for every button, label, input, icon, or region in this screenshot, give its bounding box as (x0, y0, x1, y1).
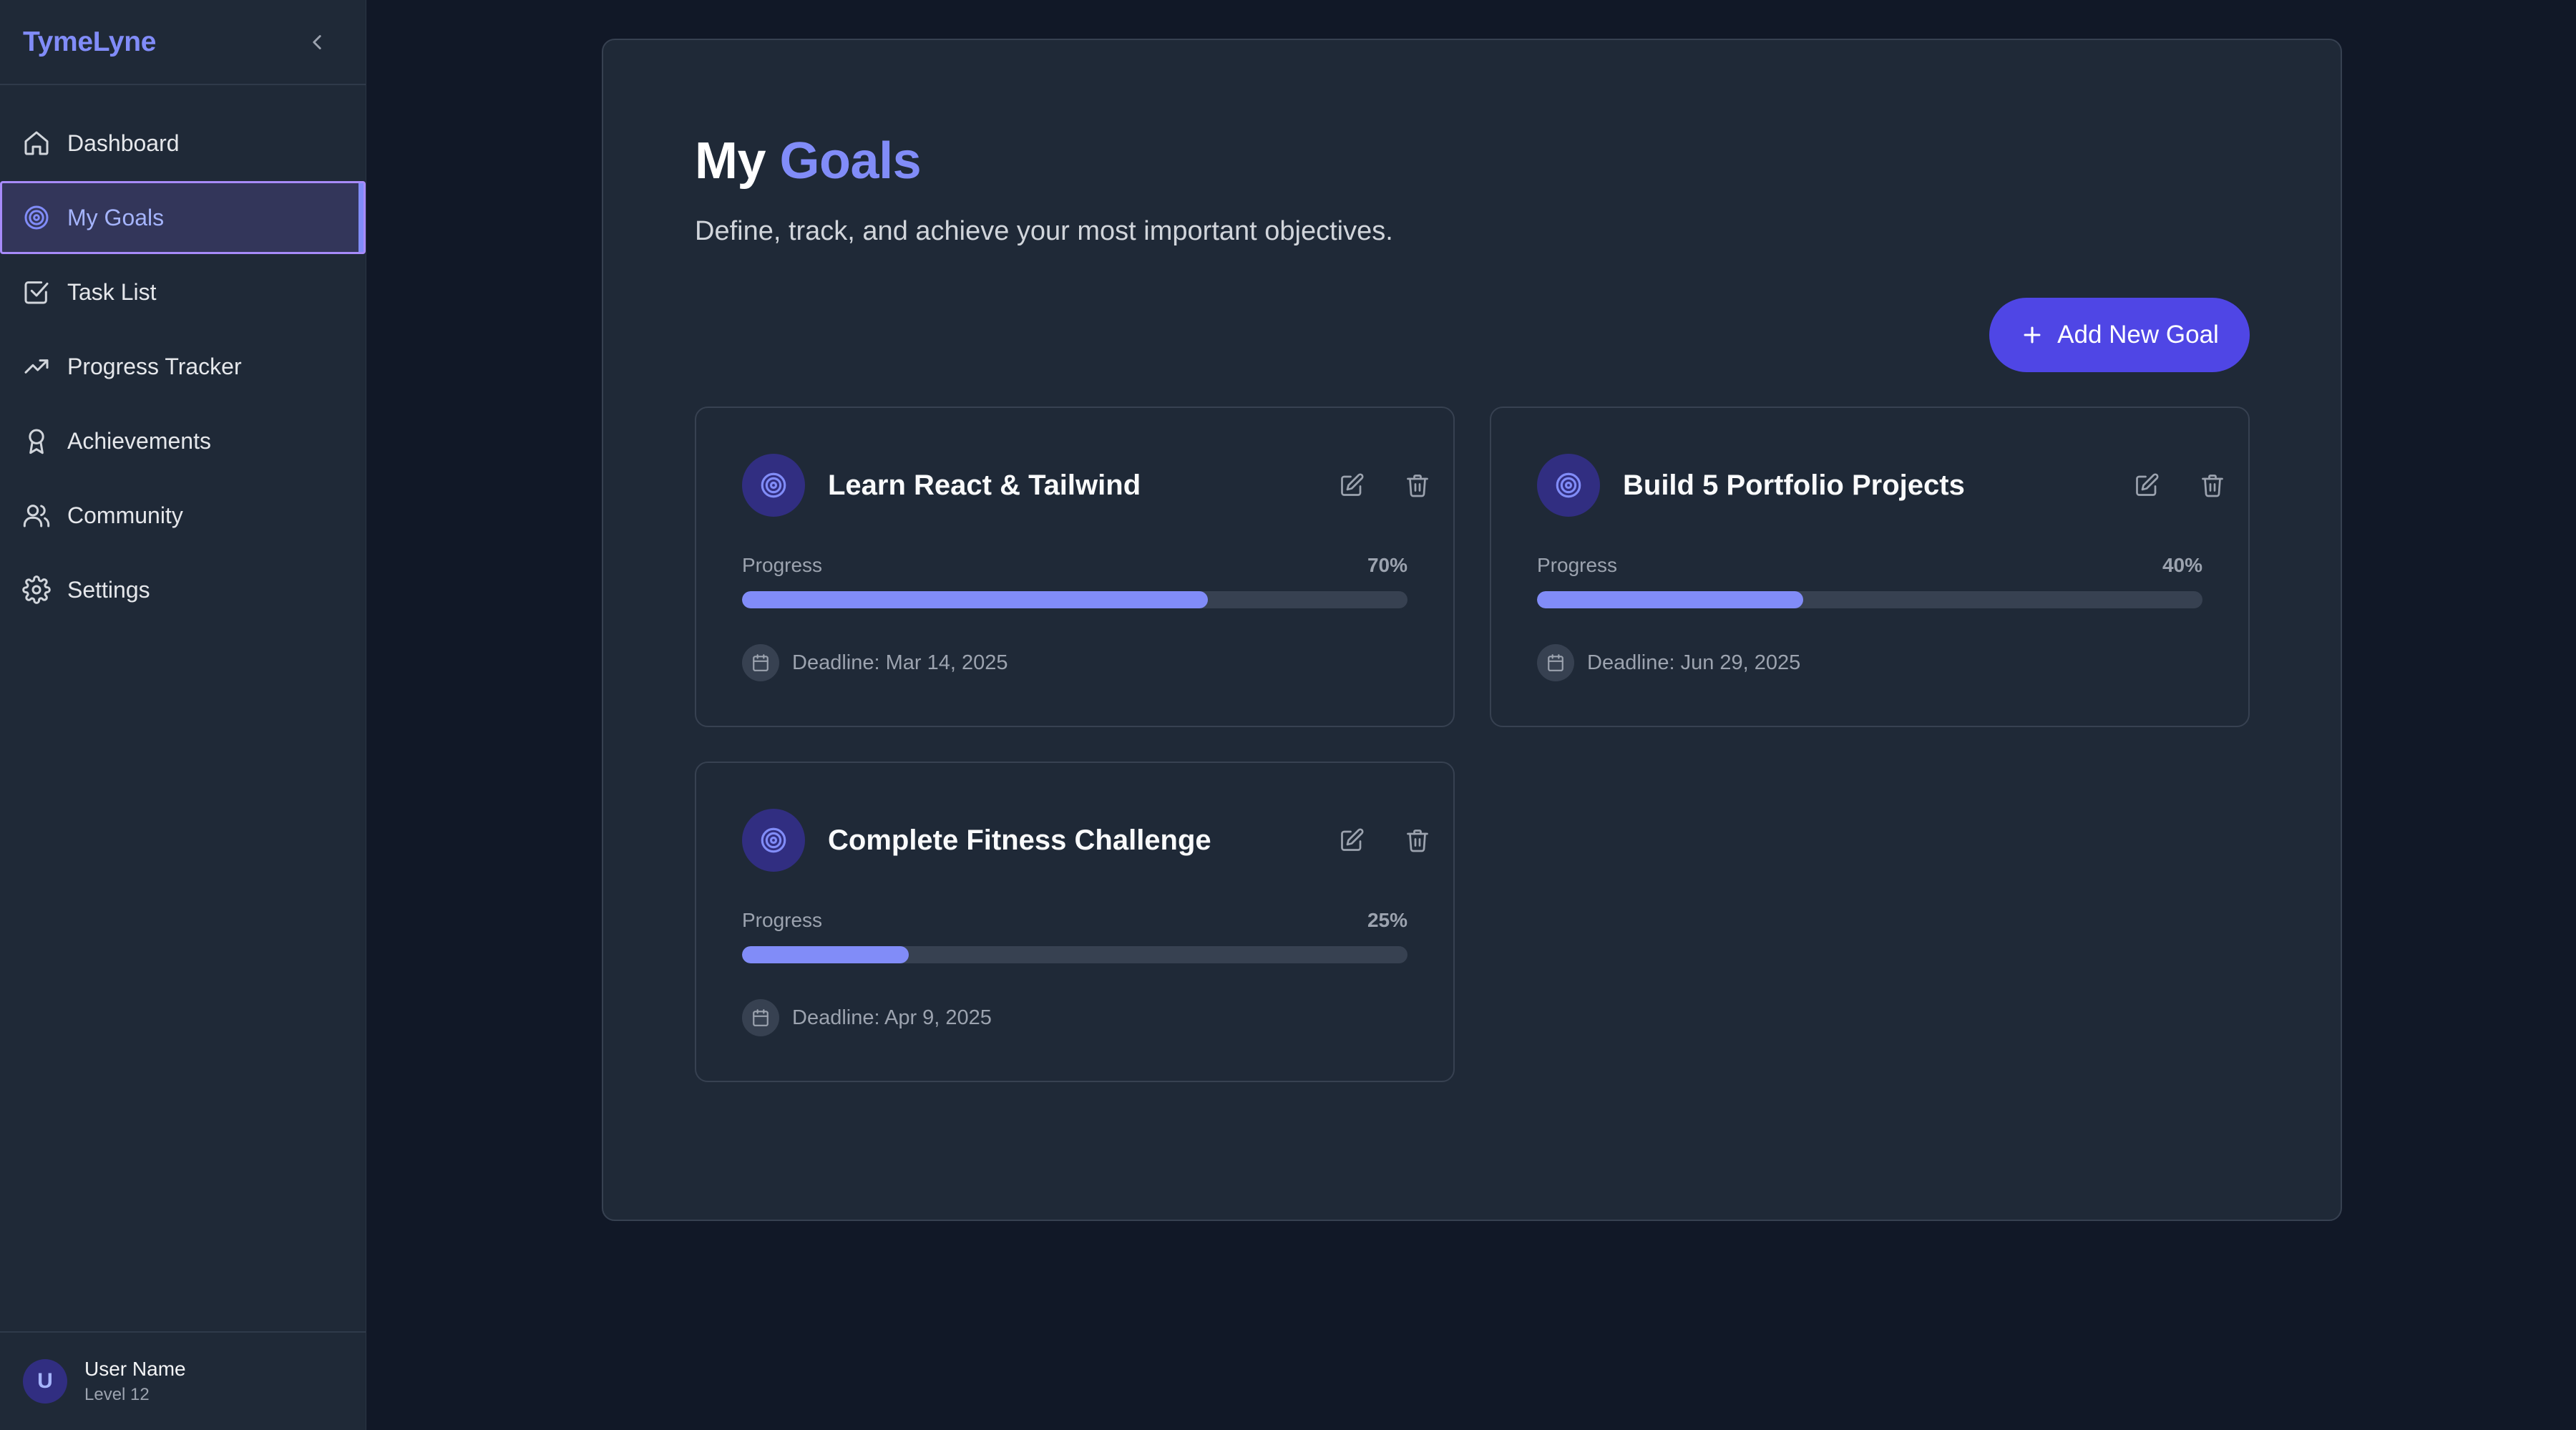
progress-value: 25% (1367, 909, 1407, 931)
progress-bar (742, 946, 1407, 963)
sidebar-item-label: Settings (67, 576, 150, 603)
award-icon (21, 426, 52, 456)
sidebar-item-settings[interactable]: Settings (0, 553, 366, 626)
progress-label: Progress (742, 554, 823, 576)
sidebar-item-community[interactable]: Community (0, 479, 366, 552)
progress-fill (742, 591, 1208, 608)
progress-bar (1537, 591, 2202, 608)
sidebar-item-label: Community (67, 502, 183, 528)
sidebar-item-label: My Goals (67, 204, 165, 230)
progress-fill (1537, 591, 1803, 608)
sidebar-header: TymeLyne (0, 0, 366, 85)
page-title-accent: Goals (779, 132, 922, 190)
sidebar: TymeLyne Dashboard My Goals Task List Pr… (0, 0, 366, 1430)
sidebar-nav: Dashboard My Goals Task List Progress Tr… (0, 85, 366, 626)
page-title: My Goals (695, 132, 922, 190)
page-title-prefix: My (695, 132, 766, 190)
user-level: Level 12 (84, 1385, 150, 1404)
avatar: U (23, 1359, 67, 1404)
user-profile[interactable]: U User Name Level 12 (0, 1331, 366, 1430)
sidebar-item-label: Achievements (67, 427, 211, 454)
progress-value: 70% (1367, 554, 1407, 576)
trash-icon (2202, 475, 2223, 497)
sidebar-item-task-list[interactable]: Task List (0, 256, 366, 329)
users-icon (21, 500, 52, 530)
collapse-sidebar-button[interactable] (303, 28, 331, 57)
edit-icon (1341, 473, 1364, 496)
user-name: User Name (84, 1358, 186, 1380)
brand-logo[interactable]: TymeLyne (23, 26, 156, 58)
goal-card: Complete Fitness Challenge Progress 25% … (695, 762, 1455, 1082)
progress-label: Progress (742, 909, 823, 931)
goal-title: Complete Fitness Challenge (828, 825, 1211, 856)
chevron-left-icon (313, 34, 321, 49)
add-new-goal-button[interactable]: Add New Goal (1989, 298, 2250, 372)
progress-label: Progress (1537, 554, 1618, 576)
trash-icon (1407, 475, 1428, 497)
edit-icon (2136, 473, 2159, 496)
goal-card: Learn React & Tailwind Progress 70% Dead… (695, 407, 1455, 727)
goal-target-icon (742, 809, 805, 872)
trash-icon (1407, 830, 1428, 852)
check-square-icon (21, 277, 52, 307)
page-subtitle: Define, track, and achieve your most imp… (695, 216, 1393, 246)
goals-panel: My Goals Define, track, and achieve your… (602, 39, 2342, 1221)
sidebar-item-label: Dashboard (67, 130, 180, 156)
calendar-icon (742, 644, 779, 681)
goal-title: Build 5 Portfolio Projects (1623, 470, 1965, 501)
calendar-icon (742, 999, 779, 1036)
sidebar-item-achievements[interactable]: Achievements (0, 404, 366, 477)
progress-fill (742, 946, 909, 963)
target-icon (21, 203, 52, 233)
goal-deadline: Deadline: Jun 29, 2025 (1587, 651, 1801, 674)
goal-deadline: Deadline: Apr 9, 2025 (792, 1006, 992, 1029)
goal-card: Build 5 Portfolio Projects Progress 40% … (1490, 407, 2250, 727)
edit-goal-button[interactable] (1332, 465, 1372, 505)
trending-up-icon (21, 351, 52, 381)
delete-goal-button[interactable] (2192, 465, 2233, 505)
sidebar-item-progress-tracker[interactable]: Progress Tracker (0, 330, 366, 403)
goal-deadline: Deadline: Mar 14, 2025 (792, 651, 1008, 674)
delete-goal-button[interactable] (1397, 820, 1438, 860)
gear-icon (21, 575, 52, 605)
edit-icon (1341, 828, 1364, 851)
progress-bar (742, 591, 1407, 608)
goal-target-icon (742, 454, 805, 517)
add-new-goal-label: Add New Goal (2057, 321, 2219, 349)
sidebar-item-my-goals[interactable]: My Goals (0, 181, 366, 254)
goal-target-icon (1537, 454, 1600, 517)
sidebar-item-dashboard[interactable]: Dashboard (0, 107, 366, 180)
sidebar-item-label: Progress Tracker (67, 353, 242, 379)
home-icon (21, 128, 52, 158)
progress-value: 40% (2162, 554, 2202, 576)
goal-title: Learn React & Tailwind (828, 470, 1141, 501)
plus-icon (2024, 326, 2041, 344)
sidebar-item-label: Task List (67, 278, 157, 305)
delete-goal-button[interactable] (1397, 465, 1438, 505)
edit-goal-button[interactable] (2127, 465, 2167, 505)
calendar-icon (1537, 644, 1574, 681)
user-info: User Name Level 12 (84, 1358, 186, 1405)
edit-goal-button[interactable] (1332, 820, 1372, 860)
